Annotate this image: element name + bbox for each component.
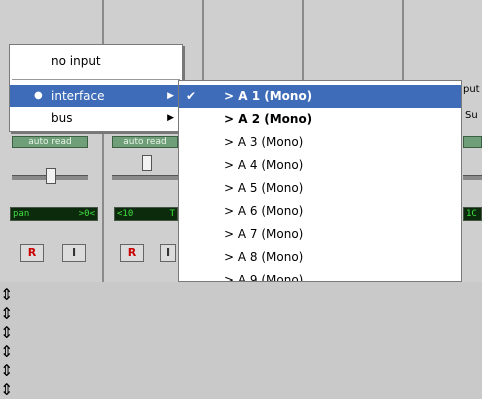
submenu-item-label: > A 9 (Mono): [224, 273, 304, 282]
checkmark-icon: ✔: [186, 89, 197, 103]
menu-item-bus[interactable]: bus ▶: [10, 107, 182, 129]
submenu-item-a8[interactable]: > A 8 (Mono): [179, 246, 461, 269]
chevron-right-icon: ▶: [167, 113, 174, 123]
menu-item-no-input[interactable]: no input: [10, 50, 182, 72]
submenu-item-a9[interactable]: > A 9 (Mono): [179, 269, 461, 282]
pan-display: 1C: [463, 207, 482, 221]
submenu-item-a4[interactable]: > A 4 (Mono): [179, 154, 461, 177]
insert-selector[interactable]: ⇕: [0, 342, 482, 361]
pan-slider-thumb[interactable]: [46, 168, 56, 184]
automation-mode-selector[interactable]: [463, 136, 482, 148]
io-partial-label: Su: [465, 110, 478, 121]
interface-submenu: ✔ > A 1 (Mono) > A 2 (Mono) > A 3 (Mono)…: [178, 80, 462, 282]
pan-label: pan: [13, 209, 30, 219]
submenu-item-a3[interactable]: > A 3 (Mono): [179, 131, 461, 154]
pan-value: T: [169, 209, 175, 219]
insert-selector[interactable]: ⇕: [0, 380, 482, 399]
menu-item-interface[interactable]: ● interface ▶: [10, 85, 182, 107]
insert-selector[interactable]: ⇕: [0, 285, 482, 304]
input-popup-menu: no input ● interface ▶ bus ▶: [9, 44, 183, 132]
insert-selector[interactable]: ⇕: [0, 361, 482, 380]
chevron-right-icon: ▶: [167, 91, 174, 101]
menu-divider: [12, 79, 180, 80]
pan-slider-track[interactable]: [463, 175, 482, 180]
submenu-item-label: > A 6 (Mono): [224, 204, 304, 218]
automation-mode-selector[interactable]: auto read: [112, 136, 178, 148]
insert-selector[interactable]: ⇕: [0, 304, 482, 323]
automation-mode-selector[interactable]: auto read: [12, 136, 88, 148]
bullet-icon: ●: [34, 90, 43, 101]
record-enable-button[interactable]: R: [120, 244, 144, 262]
submenu-item-a2[interactable]: > A 2 (Mono): [179, 108, 461, 131]
record-enable-button[interactable]: R: [20, 244, 44, 262]
menu-item-label: interface: [51, 89, 105, 103]
submenu-item-a1[interactable]: ✔ > A 1 (Mono): [179, 85, 461, 108]
pan-value: <10: [117, 209, 134, 219]
pan-display: pan >0<: [10, 207, 98, 221]
pan-display: <10 T: [114, 207, 178, 221]
pan-value: 1C: [466, 209, 477, 219]
menu-item-label: no input: [51, 54, 101, 68]
submenu-item-a6[interactable]: > A 6 (Mono): [179, 200, 461, 223]
pan-slider-thumb[interactable]: [142, 155, 152, 171]
submenu-item-label: > A 3 (Mono): [224, 135, 304, 149]
pan-slider-track[interactable]: [112, 175, 178, 180]
submenu-item-label: > A 8 (Mono): [224, 250, 304, 264]
pan-value: >0<: [78, 209, 95, 219]
input-monitor-button[interactable]: I: [62, 244, 86, 262]
submenu-item-label: > A 7 (Mono): [224, 227, 304, 241]
insert-selector[interactable]: ⇕: [0, 323, 482, 342]
submenu-item-label: > A 1 (Mono): [224, 89, 313, 103]
submenu-item-label: > A 2 (Mono): [224, 112, 313, 126]
input-monitor-button[interactable]: I: [160, 244, 176, 262]
submenu-item-a5[interactable]: > A 5 (Mono): [179, 177, 461, 200]
io-partial-label: put: [463, 84, 480, 95]
submenu-item-label: > A 4 (Mono): [224, 158, 304, 172]
submenu-item-a7[interactable]: > A 7 (Mono): [179, 223, 461, 246]
menu-item-label: bus: [51, 111, 73, 125]
submenu-item-label: > A 5 (Mono): [224, 181, 304, 195]
